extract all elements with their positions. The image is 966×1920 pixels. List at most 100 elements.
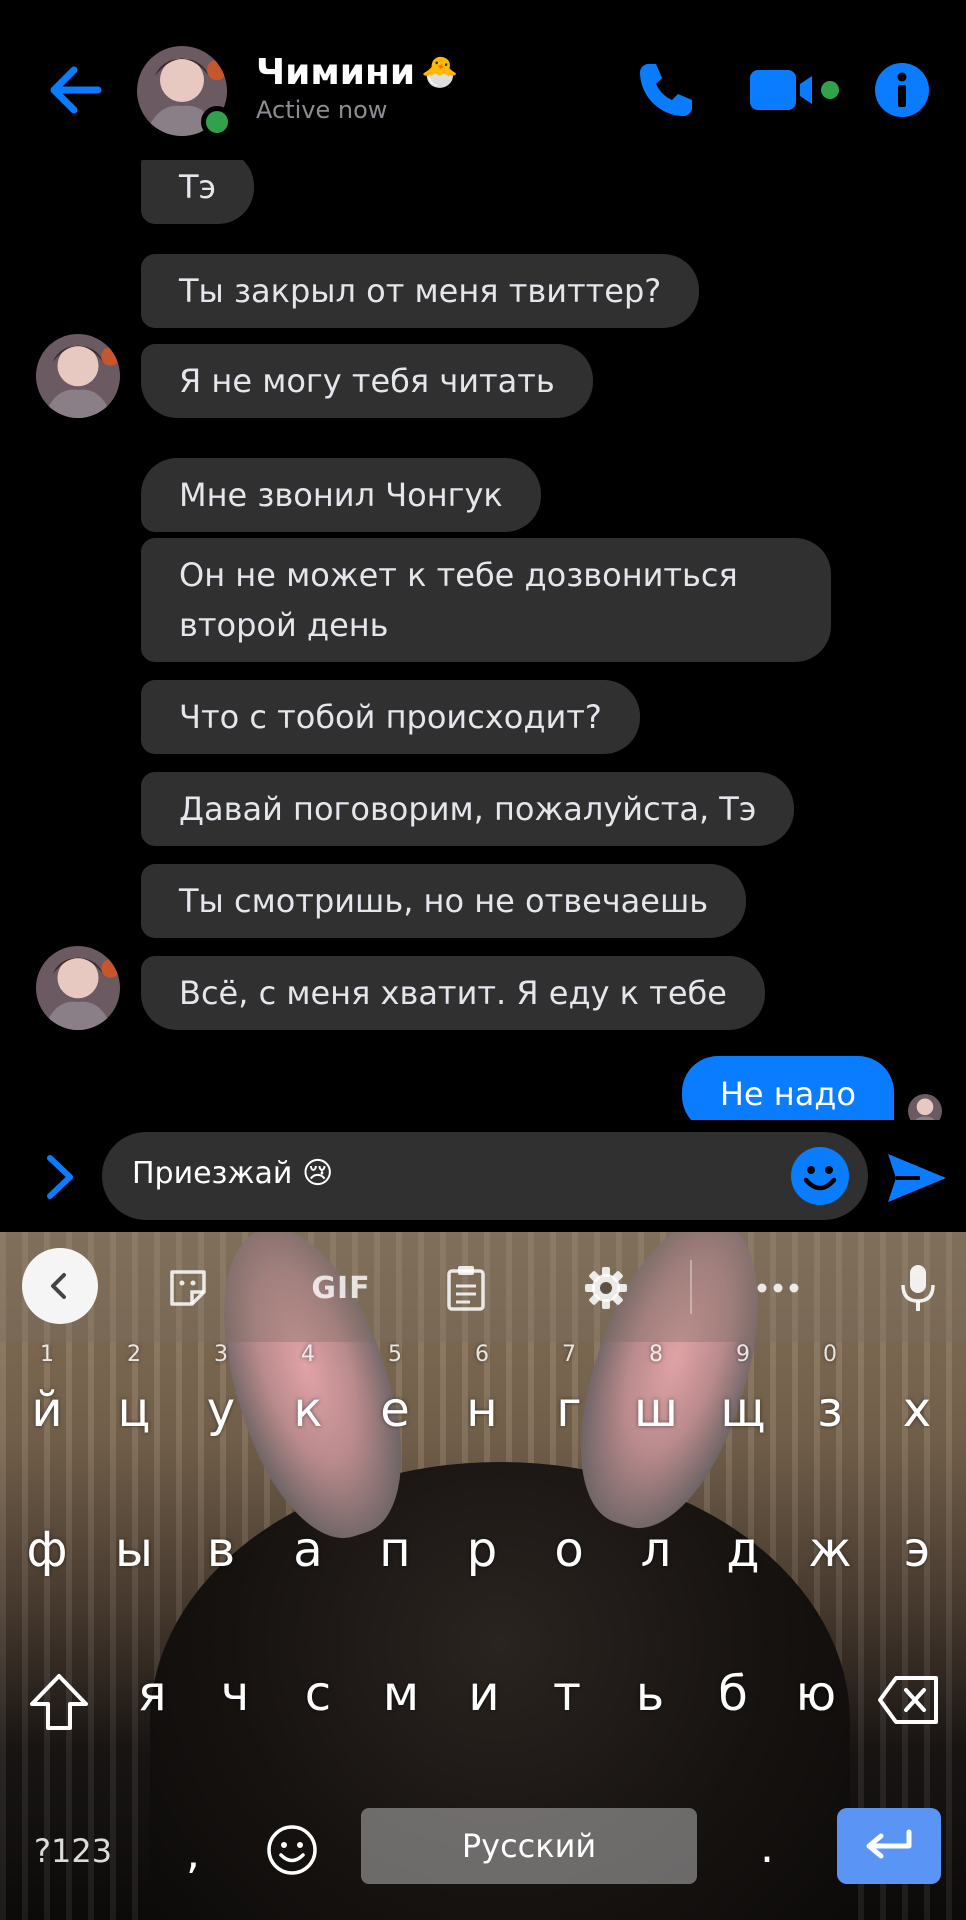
key[interactable]: т (524, 1666, 610, 1722)
arrow-left-icon (50, 66, 102, 114)
expand-actions-button[interactable] (40, 1152, 80, 1202)
emoji-keyboard-key[interactable] (266, 1824, 318, 1876)
contact-name-title[interactable]: Чимини 🐣 (256, 52, 458, 93)
key[interactable]: ч (192, 1666, 278, 1722)
key[interactable]: б (690, 1666, 776, 1722)
back-button[interactable] (44, 58, 108, 122)
key[interactable]: с (275, 1666, 361, 1722)
key[interactable]: 4к (265, 1342, 351, 1438)
comma-key[interactable]: , (186, 1828, 200, 1879)
key[interactable]: а (265, 1522, 351, 1578)
more-options-button[interactable] (748, 1258, 808, 1318)
message-bubble[interactable]: Я не могу тебя читать (141, 344, 593, 418)
message-bubble[interactable]: Мне звонил Чонгук (141, 458, 541, 532)
sticker-button[interactable] (158, 1258, 218, 1318)
chevron-left-icon (51, 1273, 66, 1299)
phone-icon (640, 64, 692, 116)
space-key[interactable]: Русский (361, 1808, 697, 1884)
key[interactable]: д (700, 1522, 786, 1578)
key-label: х (902, 1382, 932, 1438)
key[interactable]: л (613, 1522, 699, 1578)
key[interactable]: ф (4, 1522, 90, 1578)
key-number-hint: 0 (823, 1342, 837, 1367)
voice-input-button[interactable] (888, 1258, 948, 1318)
smiley-outline-icon (267, 1825, 317, 1875)
video-call-button[interactable] (748, 64, 840, 116)
message-thread[interactable]: Тэ Ты закрыл от меня твиттер? Я не могу … (0, 160, 966, 1120)
key[interactable]: м (358, 1666, 444, 1722)
message-input[interactable]: Приезжай 😢 (102, 1132, 868, 1220)
online-status-dot (201, 106, 233, 138)
key[interactable]: ь (607, 1666, 693, 1722)
key[interactable]: ж (787, 1522, 873, 1578)
active-status: Active now (256, 96, 388, 124)
enter-key[interactable] (837, 1808, 941, 1884)
message-input-text: Приезжай 😢 (132, 1156, 334, 1191)
key[interactable]: и (441, 1666, 527, 1722)
key[interactable]: 7г (526, 1342, 612, 1438)
message-bubble[interactable]: Он не может к тебе дозвониться второй де… (141, 538, 831, 662)
key[interactable]: ы (91, 1522, 177, 1578)
voice-call-button[interactable] (634, 58, 698, 122)
key[interactable]: 5е (352, 1342, 438, 1438)
gear-icon (585, 1267, 627, 1309)
key-number-hint: 8 (649, 1342, 663, 1367)
key-label: у (206, 1382, 236, 1438)
key[interactable]: в (178, 1522, 264, 1578)
backspace-key[interactable] (876, 1672, 942, 1738)
key-number-hint: 7 (562, 1342, 576, 1367)
key[interactable]: э (874, 1522, 960, 1578)
settings-button[interactable] (576, 1258, 636, 1318)
message-bubble[interactable]: Ты закрыл от меня твиттер? (141, 254, 700, 328)
info-icon (875, 63, 929, 117)
period-key[interactable]: . (760, 1822, 774, 1873)
symbols-key[interactable]: ?123 (34, 1832, 112, 1870)
sender-avatar (36, 334, 120, 418)
contact-avatar-button[interactable] (137, 46, 233, 138)
message-bubble[interactable]: Что с тобой происходит? (141, 680, 640, 754)
chat-header: Чимини 🐣 Active now (0, 0, 966, 170)
key[interactable]: 3у (178, 1342, 264, 1438)
key[interactable]: 0з (787, 1342, 873, 1438)
backspace-icon (878, 1676, 938, 1724)
key[interactable]: 2ц (91, 1342, 177, 1438)
key-label: н (466, 1382, 498, 1438)
key[interactable]: п (352, 1522, 438, 1578)
emoji-button[interactable] (790, 1146, 850, 1206)
send-button[interactable] (886, 1150, 948, 1206)
key[interactable]: 9щ (700, 1342, 786, 1438)
key-number-hint: 9 (736, 1342, 750, 1367)
key-label: г (556, 1382, 582, 1438)
outgoing-message-bubble[interactable]: Не надо (681, 1056, 894, 1120)
message-bubble[interactable]: Всё, с меня хватит. Я еду к тебе (141, 956, 765, 1030)
gif-button[interactable]: GIF (296, 1258, 386, 1318)
key[interactable]: о (526, 1522, 612, 1578)
key[interactable]: я (109, 1666, 195, 1722)
message-composer: Приезжай 😢 (0, 1120, 966, 1232)
key-label: е (380, 1382, 410, 1438)
message-bubble[interactable]: Давай поговорим, пожалуйста, Тэ (141, 772, 795, 846)
info-button[interactable] (874, 62, 930, 118)
key-number-hint: 5 (388, 1342, 402, 1367)
message-bubble[interactable]: Тэ (141, 160, 255, 224)
key-label: ц (117, 1382, 151, 1438)
chevron-right-icon (47, 1155, 73, 1199)
key[interactable]: х (874, 1382, 960, 1438)
sticker-icon (170, 1270, 206, 1306)
key[interactable]: 8ш (613, 1342, 699, 1438)
hatching-chick-emoji: 🐣 (421, 55, 459, 90)
message-bubble[interactable]: Ты смотришь, но не отвечаешь (141, 864, 747, 938)
key[interactable]: 6н (439, 1342, 525, 1438)
key-label: ш (634, 1382, 678, 1438)
shift-key[interactable] (26, 1670, 92, 1736)
send-icon (888, 1154, 946, 1202)
keyboard-toolbar: GIF (0, 1232, 966, 1342)
keyboard-bottom-row: ?123 , Русский . (0, 1800, 966, 1910)
key[interactable]: 1й (4, 1342, 90, 1438)
clipboard-button[interactable] (436, 1258, 496, 1318)
key[interactable]: ю (773, 1666, 859, 1722)
keyboard: GIF 1 й 2 ц 3 у 4 к 5 е 6 н 7 г 8 ш 9 щ … (0, 1232, 966, 1920)
collapse-toolbar-button[interactable] (22, 1248, 98, 1324)
key[interactable]: р (439, 1522, 525, 1578)
key-label: й (31, 1382, 63, 1438)
